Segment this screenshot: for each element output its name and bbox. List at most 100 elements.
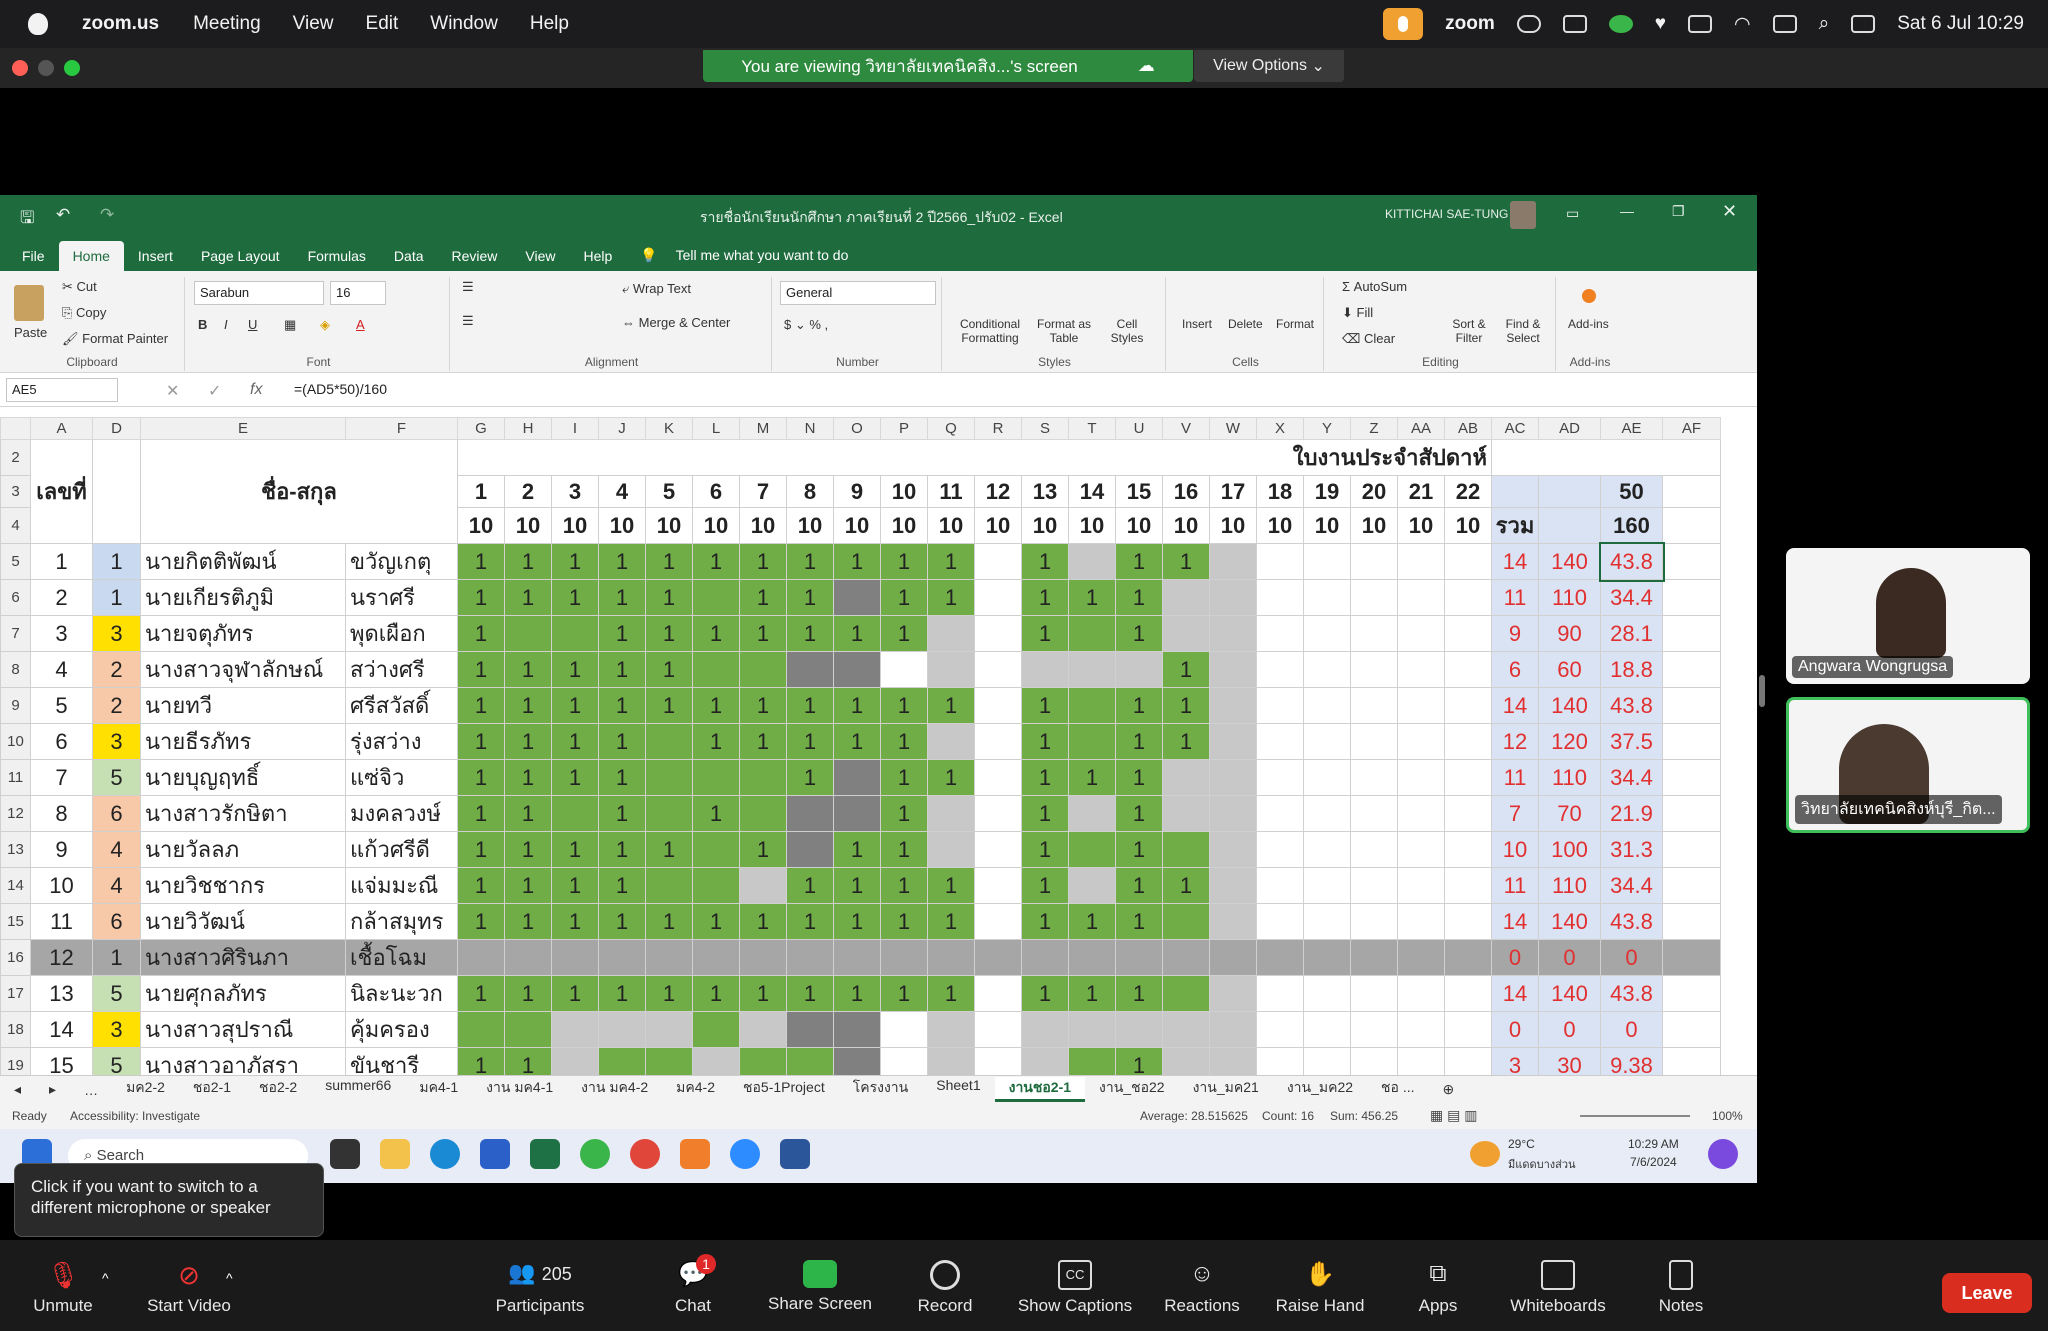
score-cell[interactable]: 1	[739, 615, 787, 652]
score-cell[interactable]	[1162, 831, 1210, 868]
score-cell[interactable]	[1115, 1011, 1163, 1048]
taskbar-date[interactable]: 7/6/2024	[1630, 1155, 1677, 1169]
first-name[interactable]: นายศุกลภัทร	[140, 975, 346, 1012]
total-score[interactable]: 12	[1491, 723, 1539, 760]
score-cell[interactable]	[645, 1011, 693, 1048]
score-cell[interactable]: 1	[504, 579, 552, 616]
score-cell[interactable]	[1397, 615, 1445, 652]
row-header[interactable]: 5	[0, 543, 31, 580]
score-cell[interactable]	[1397, 759, 1445, 796]
score-cell[interactable]: 1	[551, 759, 599, 796]
addins-icon[interactable]	[1582, 289, 1596, 303]
total-points[interactable]: 140	[1538, 903, 1601, 940]
score-cell[interactable]	[692, 579, 740, 616]
name-box[interactable]: AE5	[6, 378, 118, 402]
column-header[interactable]: AF	[1662, 417, 1721, 440]
score-cell[interactable]	[692, 939, 740, 976]
zoom-level[interactable]: 100%	[1712, 1109, 1743, 1123]
select-all-corner[interactable]	[0, 417, 31, 440]
sheet-tab[interactable]: มค4-1	[405, 1077, 472, 1102]
score-cell[interactable]	[1068, 831, 1116, 868]
score-cell[interactable]: 1	[598, 579, 646, 616]
score-cell[interactable]	[833, 759, 881, 796]
score-cell[interactable]: 1	[1021, 831, 1069, 868]
score-cell[interactable]: 1	[1162, 651, 1210, 688]
cell[interactable]	[1662, 831, 1721, 868]
score-cell[interactable]: 1	[598, 831, 646, 868]
score-cell[interactable]: 1	[1068, 579, 1116, 616]
score-cell[interactable]	[786, 795, 834, 832]
seat-number[interactable]: 4	[30, 651, 93, 688]
score-cell[interactable]	[1256, 795, 1304, 832]
score-cell[interactable]	[1444, 795, 1492, 832]
sheet-tab[interactable]: งาน_ชอ22	[1085, 1077, 1179, 1102]
score-cell[interactable]: 1	[786, 903, 834, 940]
score-cell[interactable]	[739, 795, 787, 832]
scaled-score[interactable]: 43.8	[1600, 975, 1663, 1012]
total-points[interactable]: 110	[1538, 867, 1601, 904]
last-name[interactable]: แซ่จิว	[345, 759, 458, 796]
ribbon-display-icon[interactable]: ▭	[1566, 205, 1579, 222]
score-cell[interactable]: 1	[1021, 867, 1069, 904]
score-cell[interactable]: 1	[927, 687, 975, 724]
view-modes-icon[interactable]: ▦ ▤ ▥	[1430, 1107, 1477, 1124]
row-header[interactable]: 8	[0, 651, 31, 688]
file-explorer-icon[interactable]	[380, 1139, 410, 1169]
column-header[interactable]: H	[504, 417, 552, 440]
format-cells-button[interactable]: Format	[1276, 317, 1314, 331]
column-header[interactable]: F	[345, 417, 458, 440]
clear-button[interactable]: ⌫ Clear	[1342, 331, 1395, 347]
score-cell[interactable]	[1397, 543, 1445, 580]
first-name[interactable]: นางสาวจุฬาลักษณ์	[140, 651, 346, 688]
score-cell[interactable]: 1	[504, 651, 552, 688]
score-cell[interactable]	[1303, 975, 1351, 1012]
score-cell[interactable]	[1209, 687, 1257, 724]
total-score[interactable]: 14	[1491, 687, 1539, 724]
score-cell[interactable]: 1	[598, 975, 646, 1012]
cell[interactable]	[1662, 507, 1721, 544]
score-cell[interactable]	[1350, 651, 1398, 688]
column-header[interactable]: T	[1068, 417, 1116, 440]
cell[interactable]	[1662, 759, 1721, 796]
score-cell[interactable]	[1397, 939, 1445, 976]
score-cell[interactable]	[1209, 651, 1257, 688]
cell[interactable]	[1662, 939, 1721, 976]
score-cell[interactable]: 1	[457, 723, 505, 760]
score-cell[interactable]	[1162, 975, 1210, 1012]
last-name[interactable]: นิละนะวก	[345, 975, 458, 1012]
score-cell[interactable]	[1162, 903, 1210, 940]
word-icon[interactable]	[780, 1139, 810, 1169]
score-cell[interactable]	[1068, 795, 1116, 832]
score-cell[interactable]	[1350, 903, 1398, 940]
score-cell[interactable]	[739, 759, 787, 796]
close-window-icon[interactable]	[12, 60, 28, 76]
score-cell[interactable]: 1	[457, 903, 505, 940]
menu-meeting[interactable]: Meeting	[193, 13, 261, 35]
sheet-tab[interactable]: ชอ ...	[1367, 1077, 1428, 1102]
fill-button[interactable]: ⬇ Fill	[1342, 305, 1373, 321]
score-cell[interactable]: 1	[880, 579, 928, 616]
score-cell[interactable]	[1209, 1011, 1257, 1048]
scaled-score[interactable]: 0	[1600, 939, 1663, 976]
scaled-score[interactable]: 34.4	[1600, 759, 1663, 796]
score-cell[interactable]	[1444, 831, 1492, 868]
score-cell[interactable]	[1303, 1011, 1351, 1048]
score-cell[interactable]: 1	[645, 831, 693, 868]
column-header[interactable]: S	[1021, 417, 1069, 440]
score-cell[interactable]: 1	[927, 759, 975, 796]
score-cell[interactable]: 1	[833, 867, 881, 904]
seat-number[interactable]: 14	[30, 1011, 93, 1048]
tab-home[interactable]: Home	[58, 241, 124, 271]
score-cell[interactable]: 1	[786, 975, 834, 1012]
score-cell[interactable]	[974, 795, 1022, 832]
score-cell[interactable]	[1350, 867, 1398, 904]
score-cell[interactable]	[551, 795, 599, 832]
score-cell[interactable]	[974, 615, 1022, 652]
seat-number[interactable]: 7	[30, 759, 93, 796]
cell[interactable]	[1662, 543, 1721, 580]
score-cell[interactable]: 1	[833, 615, 881, 652]
total-score[interactable]: 11	[1491, 579, 1539, 616]
gallery-resize-handle[interactable]	[1759, 675, 1765, 707]
sheet-tab[interactable]: งาน_มค22	[1273, 1077, 1367, 1102]
column-header[interactable]: O	[833, 417, 881, 440]
